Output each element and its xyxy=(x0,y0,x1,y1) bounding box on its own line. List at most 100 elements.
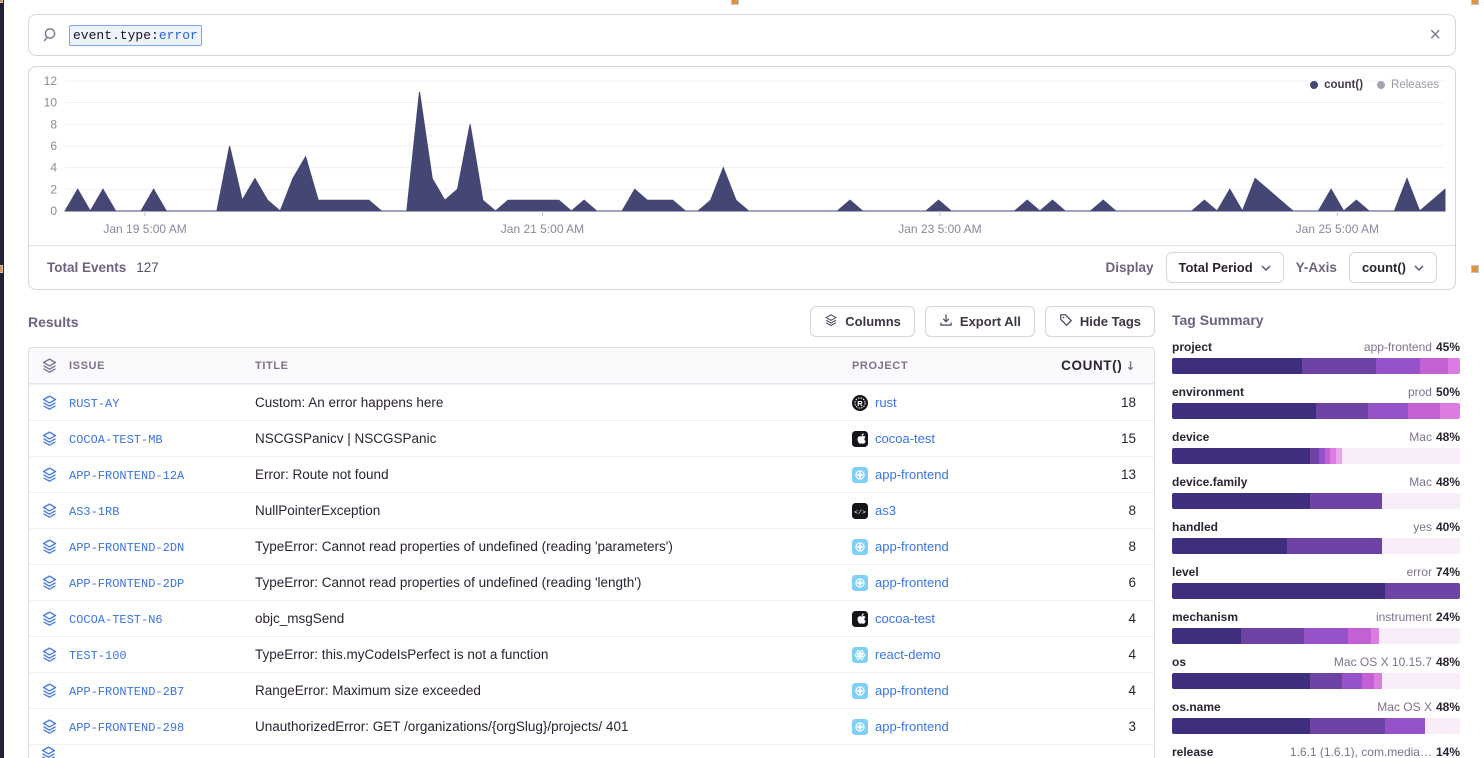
y-axis-dropdown[interactable]: count() xyxy=(1349,252,1437,283)
project-cell: app-frontend xyxy=(852,683,1062,699)
tag-distribution-bar[interactable] xyxy=(1172,718,1460,734)
count-cell: 4 xyxy=(1062,611,1154,626)
count-cell: 15 xyxy=(1062,431,1154,446)
table-row[interactable]: COCOA-TEST-N6 objc_msgSend cocoa-test 4 xyxy=(29,600,1154,636)
columns-button-label: Columns xyxy=(845,314,901,329)
issue-cell: TEST-100 xyxy=(69,646,255,664)
tag-bar-segment xyxy=(1385,583,1460,599)
table-row[interactable]: APP-FRONTEND-12A Error: Route not found … xyxy=(29,456,1154,492)
app-frontend-icon xyxy=(852,719,868,735)
chart-legend: count() Releases xyxy=(1310,79,1439,91)
project-link[interactable]: cocoa-test xyxy=(875,611,935,626)
issue-link[interactable]: APP-FRONTEND-298 xyxy=(69,721,184,735)
legend-item-count[interactable]: count() xyxy=(1310,79,1363,91)
code-icon: </> xyxy=(852,503,868,519)
tag-top-percent: 24% xyxy=(1436,610,1460,624)
svg-text:0: 0 xyxy=(50,204,57,218)
col-header-title[interactable]: TITLE xyxy=(255,360,852,372)
table-row[interactable]: COCOA-TEST-MB NSCGSPanicv | NSCGSPanic c… xyxy=(29,420,1154,456)
tag-top-percent: 45% xyxy=(1436,340,1460,354)
project-link[interactable]: cocoa-test xyxy=(875,431,935,446)
issue-cell: RUST-AY xyxy=(69,394,255,412)
issue-link[interactable]: AS3-1RB xyxy=(69,505,119,519)
issue-link[interactable]: APP-FRONTEND-12A xyxy=(69,469,184,483)
issue-link[interactable]: COCOA-TEST-MB xyxy=(69,433,163,447)
search-clear-icon[interactable]: × xyxy=(1429,25,1441,45)
tag-bar-segment xyxy=(1348,628,1371,644)
project-link[interactable]: react-demo xyxy=(875,647,941,662)
selection-handle-top-left[interactable] xyxy=(0,0,2,2)
svg-text:Jan 21 5:00 AM: Jan 21 5:00 AM xyxy=(501,222,584,236)
project-link[interactable]: app-frontend xyxy=(875,683,949,698)
project-link[interactable]: rust xyxy=(875,395,897,410)
hide-tags-button[interactable]: Hide Tags xyxy=(1045,306,1155,337)
stack-icon xyxy=(824,313,838,330)
issue-link[interactable]: TEST-100 xyxy=(69,649,127,663)
tag-bar-remainder xyxy=(1379,628,1460,644)
download-icon xyxy=(939,313,953,330)
tag-distribution-bar[interactable] xyxy=(1172,358,1460,374)
tag-name: level xyxy=(1172,565,1199,579)
issue-link[interactable]: RUST-AY xyxy=(69,397,119,411)
tag-distribution-bar[interactable] xyxy=(1172,583,1460,599)
table-row[interactable]: TEST-100 TypeError: this.myCodeIsPerfect… xyxy=(29,636,1154,672)
col-header-project[interactable]: PROJECT xyxy=(852,360,1062,372)
stack-icon xyxy=(29,646,69,663)
tag-bar-segment xyxy=(1172,628,1241,644)
table-row[interactable]: APP-FRONTEND-2DN TypeError: Cannot read … xyxy=(29,528,1154,564)
selection-handle-top-right[interactable] xyxy=(1472,0,1478,4)
events-area-chart[interactable]: 024681012Jan 19 5:00 AMJan 21 5:00 AMJan… xyxy=(29,69,1455,245)
tag-distribution-bar[interactable] xyxy=(1172,403,1460,419)
tag-summary-item: mechanism instrument 24% xyxy=(1172,610,1460,644)
table-row[interactable]: RUST-AY Custom: An error happens here R … xyxy=(29,384,1154,420)
display-dropdown[interactable]: Total Period xyxy=(1166,252,1284,283)
issue-cell: APP-FRONTEND-298 xyxy=(69,718,255,736)
selection-handle-mid-left[interactable] xyxy=(0,266,2,272)
selection-handle-top-center[interactable] xyxy=(732,0,738,4)
legend-item-releases[interactable]: Releases xyxy=(1377,79,1439,91)
tag-top-percent: 50% xyxy=(1436,385,1460,399)
stack-icon xyxy=(29,574,69,591)
project-link[interactable]: app-frontend xyxy=(875,719,949,734)
discover-events-page: event.type:error × count() Releases 0 2 4 6… xyxy=(0,0,1484,758)
project-link[interactable]: app-frontend xyxy=(875,539,949,554)
tag-top-value: error xyxy=(1407,565,1432,579)
search-query-token[interactable]: event.type:error xyxy=(69,25,202,46)
col-header-issue[interactable]: ISSUE xyxy=(69,360,255,372)
tag-bar-remainder xyxy=(1382,538,1460,554)
selection-handle-mid-right[interactable] xyxy=(1472,266,1478,272)
title-cell: TypeError: Cannot read properties of und… xyxy=(255,575,852,590)
col-header-count[interactable]: COUNT() ↓ xyxy=(1062,358,1154,373)
tag-distribution-bar[interactable] xyxy=(1172,673,1460,689)
project-link[interactable]: app-frontend xyxy=(875,467,949,482)
tag-distribution-bar[interactable] xyxy=(1172,448,1460,464)
project-link[interactable]: app-frontend xyxy=(875,575,949,590)
tag-distribution-bar[interactable] xyxy=(1172,538,1460,554)
export-all-button[interactable]: Export All xyxy=(925,306,1035,337)
search-bar[interactable]: event.type:error × xyxy=(28,14,1456,56)
issue-link[interactable]: APP-FRONTEND-2B7 xyxy=(69,685,184,699)
legend-count-dot-icon xyxy=(1310,81,1318,89)
table-row[interactable]: APP-FRONTEND-2DP TypeError: Cannot read … xyxy=(29,564,1154,600)
project-link[interactable]: as3 xyxy=(875,503,896,518)
stack-icon xyxy=(29,682,69,699)
tag-summary-item: device.family Mac 48% xyxy=(1172,475,1460,509)
issue-link[interactable]: COCOA-TEST-N6 xyxy=(69,613,163,627)
count-cell: 8 xyxy=(1062,503,1154,518)
results-section: Results Columns Export All Hide Tags xyxy=(28,305,1155,758)
issue-link[interactable]: APP-FRONTEND-2DN xyxy=(69,541,184,555)
table-row[interactable]: AS3-1RB NullPointerException </> as3 8 xyxy=(29,492,1154,528)
tag-distribution-bar[interactable] xyxy=(1172,493,1460,509)
table-row[interactable]: APP-FRONTEND-2B7 RangeError: Maximum siz… xyxy=(29,672,1154,708)
tag-top-value: yes xyxy=(1413,520,1432,534)
tag-distribution-bar[interactable] xyxy=(1172,628,1460,644)
tag-bar-segment xyxy=(1408,403,1440,419)
issue-link[interactable]: APP-FRONTEND-2DP xyxy=(69,577,184,591)
svg-text:2: 2 xyxy=(50,182,57,196)
tag-bar-segment xyxy=(1172,358,1302,374)
count-cell: 6 xyxy=(1062,575,1154,590)
columns-button[interactable]: Columns xyxy=(810,306,915,337)
table-row[interactable]: APP-FRONTEND-298 UnauthorizedError: GET … xyxy=(29,708,1154,744)
rust-icon: R xyxy=(852,395,868,411)
tag-bar-remainder xyxy=(1382,673,1460,689)
